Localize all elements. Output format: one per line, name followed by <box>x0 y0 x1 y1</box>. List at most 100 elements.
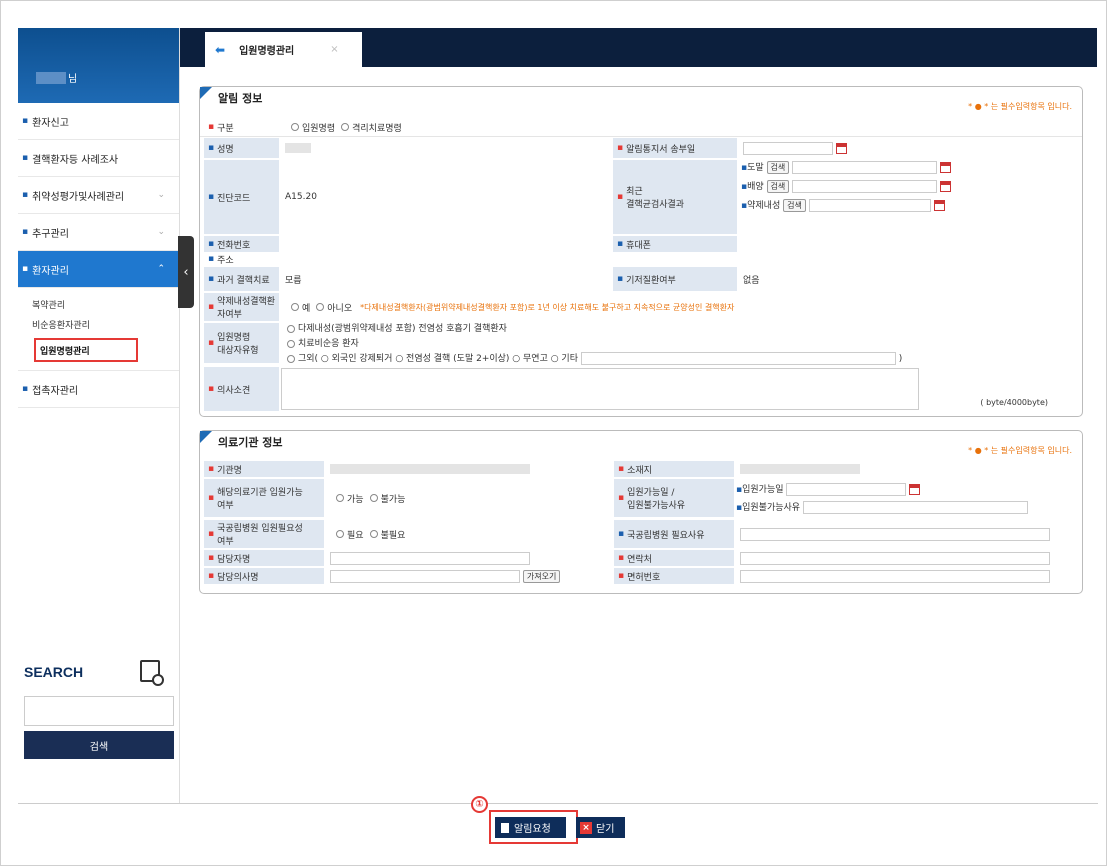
bullet-icon: ▪ <box>22 264 29 274</box>
national-reason-input[interactable] <box>740 527 1050 541</box>
name-label: ▪ 성명 <box>204 138 279 158</box>
step-marker: ① <box>471 796 488 813</box>
license-label: ▪ 면허번호 <box>614 568 734 584</box>
radio-needed[interactable] <box>336 530 344 538</box>
radio-possible[interactable] <box>336 494 344 502</box>
existing-disease-label: ▪ 기저질환여부 <box>613 267 737 291</box>
menu-item-patient-report[interactable]: ▪ 환자신고 <box>18 103 179 140</box>
radio-label: 불가능 <box>380 494 406 505</box>
gubun-label: ▪ 구분 <box>204 119 279 135</box>
admission-date-label: ▪ 입원가능일 / 입원불가능사유 <box>614 479 734 517</box>
calendar-icon[interactable] <box>835 142 847 154</box>
smear-input[interactable] <box>792 161 938 174</box>
national-reason-label: ▪ 국공립병원 필요사유 <box>614 520 734 548</box>
manager-input[interactable] <box>330 551 530 565</box>
submenu-item-admission-order[interactable]: 입원명령관리 <box>34 338 138 362</box>
admission-possible-label: ▪ 해당의료기관 입원가능 여부 <box>204 479 324 517</box>
byte-counter: ( byte/4000byte) <box>980 398 1048 407</box>
admit-reason-sublabel: 입원불가능사유 <box>742 503 801 513</box>
doctor-name-input[interactable] <box>330 569 520 583</box>
radio-label: 격리치료명령 <box>352 123 402 134</box>
calendar-icon[interactable] <box>940 162 952 173</box>
smear-search-button[interactable]: 검색 <box>766 161 790 174</box>
radio-no[interactable] <box>316 303 325 311</box>
radio-label: 필요 <box>347 530 364 541</box>
radio-impossible[interactable] <box>369 494 378 502</box>
menu-item-case-investigation[interactable]: ▪ 결핵환자등 사례조사 <box>18 140 179 177</box>
bullet-icon: ▪ <box>22 153 29 163</box>
admit-date-sublabel: 입원가능일 <box>742 485 784 495</box>
tab-label: 입원명령관리 <box>239 46 295 57</box>
submenu-item-noncompliant[interactable]: 비순응환자관리 <box>18 314 179 334</box>
submenu: 복약관리 비순응환자관리 입원명령관리 <box>18 288 179 371</box>
resistance-row: ▪약제내성 검색 <box>741 198 945 212</box>
bullet-icon: ▪ <box>22 116 29 126</box>
resistance-search-button[interactable]: 검색 <box>783 199 806 212</box>
bullet-icon: ▪ <box>22 190 29 200</box>
doctor-opinion-label: ▪ 의사소견 <box>204 367 279 411</box>
diag-code-label: ▪ 진단코드 <box>204 160 279 234</box>
chevron-left-icon: ‹ <box>183 264 189 280</box>
chevron-down-icon: ⌄ <box>157 227 165 237</box>
menu-item-followup[interactable]: ▪ 추구관리 ⌄ <box>18 214 179 251</box>
notice-date-input[interactable] <box>743 141 833 155</box>
menu-item-patient-management[interactable]: ▪ 환자관리 ⌃ <box>18 251 179 288</box>
menu-label: 취약성평가및사례관리 <box>32 191 125 203</box>
close-icon[interactable]: × <box>330 44 338 55</box>
radio-label: 아니오 <box>327 303 353 314</box>
radio-isolation[interactable] <box>341 123 350 131</box>
diag-code-value: A15.20 <box>285 192 317 202</box>
close-button[interactable]: × 닫기 <box>576 817 625 838</box>
tab-admission-order[interactable]: ⬅ 입원명령관리 × <box>205 32 362 67</box>
other-reason-input[interactable] <box>580 352 896 365</box>
radio-target-other[interactable] <box>287 354 295 363</box>
admission-reason-input[interactable] <box>802 501 1028 514</box>
national-hospital-label: ▪ 국공립병원 입원필요성 여부 <box>204 520 324 548</box>
document-search-icon[interactable] <box>140 660 164 686</box>
submenu-label: 비순응환자관리 <box>32 320 90 331</box>
calendar-icon[interactable] <box>933 200 945 211</box>
submenu-item-medication[interactable]: 복약관리 <box>18 294 179 314</box>
search-button[interactable]: 검색 <box>24 731 174 759</box>
menu-label: 접촉자관리 <box>32 385 79 397</box>
admission-date-input[interactable] <box>786 483 907 496</box>
menu-item-contact-management[interactable]: ▪ 접촉자관리 <box>18 371 179 408</box>
fetch-button[interactable]: 가져오기 <box>522 569 561 583</box>
radio-label: 그외( ○ 외국인 강제퇴거 ○ 전염성 결핵 (도말 2+이상) ○ 무연고 … <box>298 354 578 364</box>
address-label: ▪ 주소 <box>204 253 279 266</box>
required-note: * ● * 는 필수입력항목 입니다. <box>968 446 1072 455</box>
menu-label: 추구관리 <box>32 228 69 240</box>
menu-item-vulnerability[interactable]: ▪ 취약성평가및사례관리 ⌄ <box>18 177 179 214</box>
calendar-icon[interactable] <box>909 484 921 495</box>
document-icon <box>501 822 509 833</box>
search-title: SEARCH <box>24 664 84 680</box>
submenu-label: 입원명령관리 <box>40 346 90 357</box>
radio-yes[interactable] <box>291 303 299 311</box>
radio-label: 다제내성(광범위약제내성 포함) 전염성 호흡기 결핵환자 <box>298 324 507 334</box>
doctor-opinion-textarea[interactable] <box>281 368 919 410</box>
resistance-input[interactable] <box>808 199 931 212</box>
menu-label: 환자신고 <box>32 117 69 129</box>
culture-input[interactable] <box>792 180 938 193</box>
calendar-icon[interactable] <box>940 181 952 192</box>
license-input[interactable] <box>740 569 1050 583</box>
menu-label: 환자관리 <box>32 265 69 277</box>
search-input[interactable] <box>24 696 174 726</box>
culture-search-button[interactable]: 검색 <box>766 180 790 193</box>
close-icon: × <box>580 821 592 834</box>
contact-input[interactable] <box>740 551 1050 565</box>
sidebar-collapse-toggle[interactable]: ‹ <box>178 236 194 308</box>
request-notification-button[interactable]: 알림요청 <box>495 817 566 838</box>
radio-target-mdr[interactable] <box>287 324 295 333</box>
back-arrow-icon[interactable]: ⬅ <box>215 43 225 57</box>
radio-target-noncompliant[interactable] <box>287 339 295 348</box>
button-label: 닫기 <box>596 824 615 835</box>
smear-row: ▪도말 검색 <box>741 160 952 174</box>
radio-admission[interactable] <box>291 123 299 131</box>
menu-label: 결핵환자등 사례조사 <box>32 154 119 166</box>
chevron-down-icon: ⌄ <box>157 190 165 200</box>
submenu-label: 복약관리 <box>32 300 66 311</box>
radio-not-needed[interactable] <box>369 530 378 538</box>
past-treatment-value: 모름 <box>285 275 302 286</box>
name-redacted <box>285 143 311 153</box>
